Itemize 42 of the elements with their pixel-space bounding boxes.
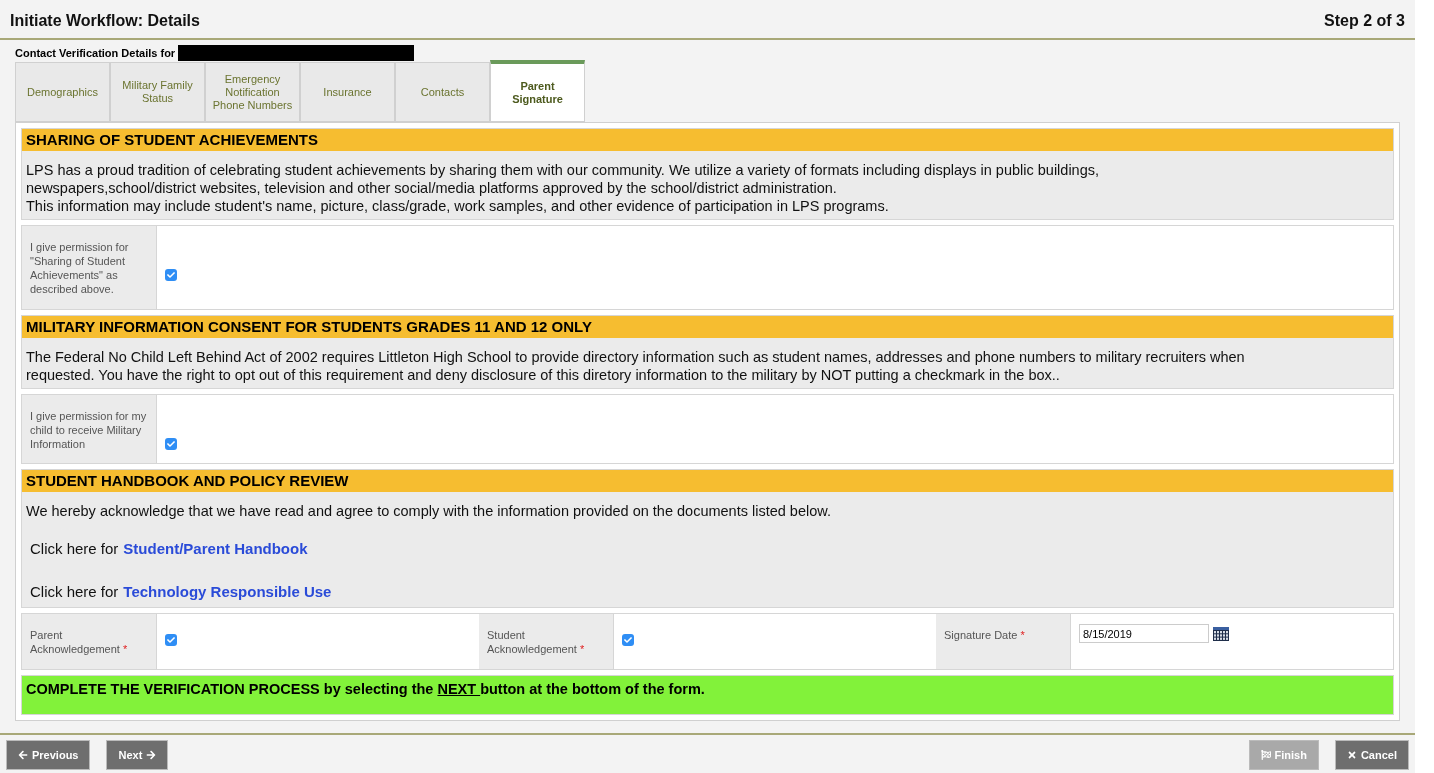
calendar-icon[interactable] xyxy=(1213,626,1229,641)
tab[interactable]: Contacts xyxy=(395,62,490,122)
field-label: Signature Date xyxy=(944,629,1018,641)
document-link[interactable]: Student/Parent Handbook xyxy=(123,538,308,561)
tab[interactable]: Emergency Notification Phone Numbers xyxy=(205,62,300,122)
document-link[interactable]: Technology Responsible Use xyxy=(123,580,332,603)
nav-button[interactable]: Cancel xyxy=(1334,740,1409,770)
field-label: Student Acknowledgement xyxy=(487,629,577,655)
field-label: Parent Acknowledgement xyxy=(30,629,120,655)
field-label: I give permission for my child to receive Military Information xyxy=(30,410,147,450)
notice-text: COMPLETE THE VERIFICATION PROCESS by selecting the NEXT button at the bottom of the form. xyxy=(26,680,706,699)
link-prefix: Click here for xyxy=(30,539,119,559)
step-indicator: Step 2 of 3 xyxy=(1324,11,1405,31)
checkbox[interactable] xyxy=(622,634,634,646)
section-text: We hereby acknowledge that we have read and agree to comply with the information provided on the documents listed below. xyxy=(26,502,832,520)
flag-icon xyxy=(1260,750,1271,760)
section-subtitle: Contact Verification Details for xyxy=(15,45,176,61)
section-text: This information may include student's name, picture, class/grade, work samples, and other evidence of participation in LPS programs. xyxy=(26,197,890,215)
section-text: The Federal No Child Left Behind Act of 2002 requires Littleton High School to provide directory information such as student names, addresses and phone numbers to military recruiters when requested. You have the right to opt out of this requirement and deny disclosure of this diretory information to the military by NOT putting a checkmark in the box.. xyxy=(26,348,1246,384)
tab[interactable]: Military Family Status xyxy=(110,62,205,122)
field-label: I give permission for "Sharing of Student Achievements" as described above. xyxy=(30,241,129,295)
tab[interactable]: Insurance xyxy=(300,62,395,122)
section-text: LPS has a proud tradition of celebrating student achievements by sharing them with our community. We utilize a variety of formats including displays in public buildings, newspapers,school/district websites, television and other social/media platforms approved by the school/district administration. xyxy=(26,161,1100,197)
section-heading: SHARING OF STUDENT ACHIEVEMENTS xyxy=(22,129,1393,151)
required-mark: * xyxy=(579,643,585,655)
nav-button[interactable]: Previous xyxy=(6,740,91,770)
checkbox[interactable] xyxy=(165,438,177,450)
checkbox[interactable] xyxy=(165,269,177,281)
tab[interactable]: Demographics xyxy=(15,62,110,122)
required-mark: * xyxy=(122,643,128,655)
tab[interactable]: Parent Signature xyxy=(490,60,585,122)
checkbox[interactable] xyxy=(165,634,177,646)
section-heading: STUDENT HANDBOOK AND POLICY REVIEW xyxy=(22,470,1393,492)
link-prefix: Click here for xyxy=(30,581,119,602)
arrow-left-icon xyxy=(18,750,28,760)
date-field[interactable]: 8/15/2019 xyxy=(1079,624,1209,643)
nav-button[interactable]: Next xyxy=(106,740,169,770)
required-mark: * xyxy=(1020,629,1025,641)
section-heading: MILITARY INFORMATION CONSENT FOR STUDENTS GRADES 11 AND 12 ONLY xyxy=(22,316,1393,338)
close-icon xyxy=(1346,750,1357,760)
arrow-right-icon xyxy=(146,750,157,760)
page-title: Initiate Workflow: Details xyxy=(10,11,200,31)
